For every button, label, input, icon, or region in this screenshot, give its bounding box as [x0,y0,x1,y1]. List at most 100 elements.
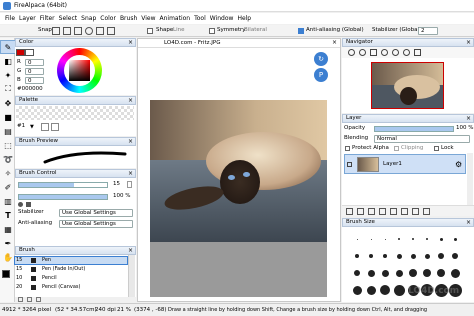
brush-add-icon[interactable] [18,297,23,302]
brush-stabilizer-select[interactable]: Use Global Settings [59,209,133,217]
reset-icon[interactable] [403,49,410,56]
primary-color-preview[interactable] [16,49,25,56]
zoom-out-icon[interactable] [359,49,366,56]
clipping-checkbox[interactable] [394,146,399,151]
brush-size-cell[interactable] [364,231,378,247]
brush-opacity-value[interactable]: 100 % [113,193,130,200]
shape-value[interactable]: Line [173,27,184,34]
brush-size-cell[interactable] [378,231,392,247]
flip-icon[interactable] [414,49,421,56]
stabilizer-select[interactable]: 2 [418,27,438,35]
palette-dropdown-icon[interactable]: ▼ [30,124,34,130]
brush-size-cell[interactable] [406,231,420,247]
snap-parallel-icon[interactable] [63,27,71,35]
brush-size-cell[interactable] [406,265,420,281]
brush-size-cell[interactable] [420,265,434,281]
menu-item-tool[interactable]: Tool [192,15,208,22]
layer-visibility-icon[interactable] [347,162,352,167]
brush-size-cell[interactable] [448,265,462,281]
brush-size-cell[interactable] [420,231,434,247]
brush-size-cell[interactable] [448,248,462,264]
snap-ellipse-icon[interactable] [85,27,93,35]
hand-button-icon[interactable]: P [314,68,328,82]
eyedropper-tool-icon[interactable]: ✒ [1,237,15,249]
brush-size-slider[interactable] [18,182,108,188]
symmetry-checkbox[interactable] [209,28,215,34]
brush-size-cell[interactable] [378,265,392,281]
menu-item-view[interactable]: View [139,15,157,22]
brush-size-cell[interactable] [448,231,462,247]
r-value-input[interactable]: 0 [25,59,44,66]
menu-item-window[interactable]: Window [208,15,236,22]
brush-delete-icon[interactable] [36,297,41,302]
panel-close-icon[interactable]: × [466,39,471,46]
select-pen-tool-icon[interactable]: ✐ [1,181,15,193]
brush-size-cell[interactable] [364,265,378,281]
new-layer-icon[interactable] [346,208,353,215]
brush-opacity-slider[interactable] [18,194,108,200]
b-value-input[interactable]: 0 [25,77,44,84]
zoom-in-icon[interactable] [348,49,355,56]
snap-cross-icon[interactable] [74,27,82,35]
palette-index[interactable]: #1 [17,123,25,130]
folder-icon[interactable] [379,208,386,215]
menu-item-brush[interactable]: Brush [118,15,139,22]
layer-list-scrollbar[interactable] [467,153,473,213]
brush-size-value[interactable]: 15 [113,181,120,188]
snap-curve-icon[interactable] [107,27,115,35]
brush-tool-icon[interactable]: ✎ [0,40,16,54]
brush-size-cell[interactable] [350,282,364,298]
brush-item[interactable]: 15 Pen [14,256,128,265]
brush-size-cell[interactable] [364,248,378,264]
layer-blending-select[interactable]: Normal [374,135,470,143]
brush-antialias-select[interactable]: Use Global Settings [59,220,133,228]
brush-size-cell[interactable] [420,248,434,264]
lasso-tool-icon[interactable]: ➰ [1,153,15,165]
layer-opacity-slider[interactable] [374,126,454,132]
panel-close-icon[interactable]: × [466,219,471,226]
menu-item-help[interactable]: Help [235,15,253,22]
protect-alpha-checkbox[interactable] [345,146,350,151]
lock-checkbox[interactable] [434,146,439,151]
canvas-document[interactable] [150,100,327,242]
brush-size-cell[interactable] [350,265,364,281]
symmetry-value[interactable]: Bilateral [244,27,267,34]
dot-tool-icon[interactable]: ✦ [1,69,15,81]
layer-row[interactable]: Layer1 ⚙ [344,154,466,174]
menu-item-filter[interactable]: Filter [38,15,57,22]
brush-item[interactable]: 15 Pen (Fade In/Out) [15,266,127,273]
brush-size-cell[interactable] [392,248,406,264]
select-eraser-tool-icon[interactable]: ▥ [1,195,15,207]
brush-size-stepper-icon[interactable] [127,181,132,188]
rotate-left-icon[interactable] [381,49,388,56]
brush-size-cell[interactable] [434,231,448,247]
brush-size-cell[interactable] [392,265,406,281]
panel-close-icon[interactable]: × [466,115,471,122]
navigator-preview[interactable] [342,58,474,113]
saturation-value-square[interactable] [69,60,90,81]
brush-size-cell[interactable] [392,231,406,247]
snap-radial-icon[interactable] [96,27,104,35]
menu-item-layer[interactable]: Layer [17,15,38,22]
secondary-color-preview[interactable] [25,49,34,56]
rotate-right-icon[interactable] [392,49,399,56]
snap-options[interactable] [52,27,122,35]
hand-tool-icon[interactable]: ✋ [1,251,15,263]
brush-shape-square-icon[interactable] [26,202,31,207]
panel-close-icon[interactable]: × [128,170,133,177]
brush-size-cell[interactable] [406,248,420,264]
select-tool-icon[interactable]: ⬚ [1,139,15,151]
move-tool-icon[interactable]: ✥ [1,97,15,109]
panel-close-icon[interactable]: × [128,138,133,145]
g-value-input[interactable]: 0 [25,68,44,75]
palette-delete-icon[interactable] [51,123,59,131]
brush-copy-icon[interactable] [27,297,32,302]
menu-item-snap[interactable]: Snap [79,15,98,22]
brush-size-cell[interactable] [378,282,392,298]
fill-tool-icon[interactable]: ■ [1,111,15,123]
fit-icon[interactable] [370,49,377,56]
panel-close-icon[interactable]: × [128,247,133,254]
brush-size-cell[interactable] [392,282,406,298]
new-1bit-layer-icon[interactable] [368,208,375,215]
bucket-tool-icon[interactable]: ⛶ [1,83,15,95]
